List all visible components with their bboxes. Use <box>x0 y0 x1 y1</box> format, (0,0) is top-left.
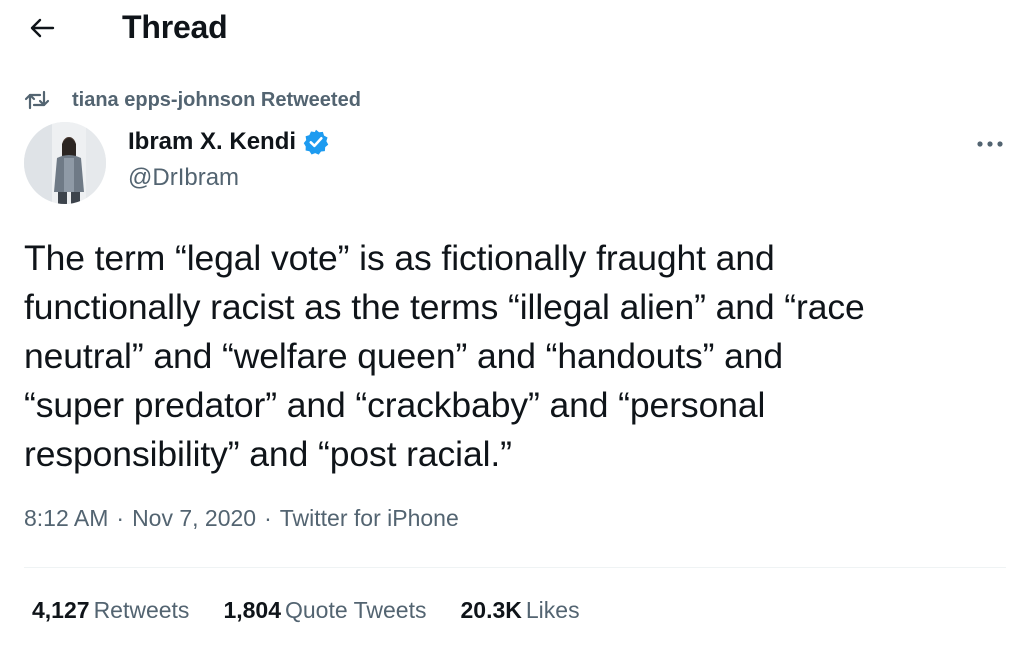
verified-badge-icon <box>302 128 330 156</box>
likes-label: Likes <box>525 597 580 623</box>
retweets-label: Retweets <box>93 597 190 623</box>
retweets-stat[interactable]: 4,127 Retweets <box>32 597 189 624</box>
thread-header: Thread <box>0 0 1030 56</box>
more-options-icon <box>977 141 1003 147</box>
meta-separator: · <box>116 505 125 531</box>
likes-count: 20.3K <box>460 597 522 623</box>
back-button[interactable] <box>24 10 60 46</box>
retweet-icon <box>24 90 50 110</box>
tweet-meta: 8:12 AM · Nov 7, 2020 · Twitter for iPho… <box>24 505 459 532</box>
retweet-context[interactable]: tiana epps-johnson Retweeted <box>24 88 361 112</box>
meta-separator: · <box>264 505 272 531</box>
author-name-row[interactable]: Ibram X. Kendi <box>128 128 330 156</box>
divider <box>24 567 1006 568</box>
quote-tweets-label: Quote Tweets <box>285 597 427 623</box>
author-handle[interactable]: @DrIbram <box>128 164 239 192</box>
avatar-photo <box>24 122 106 204</box>
retweet-label: tiana epps-johnson Retweeted <box>72 88 361 111</box>
quote-tweets-count: 1,804 <box>223 597 281 623</box>
tweet-source[interactable]: Twitter for iPhone <box>280 505 459 532</box>
arrow-left-icon <box>30 18 55 38</box>
tweet-text: The term “legal vote” is as fictionally … <box>24 238 865 474</box>
page-title: Thread <box>122 9 228 45</box>
tweet-time[interactable]: 8:12 AM <box>24 505 108 532</box>
likes-stat[interactable]: 20.3K Likes <box>461 597 580 624</box>
quote-tweets-stat[interactable]: 1,804 Quote Tweets <box>223 597 426 624</box>
author-name: Ibram X. Kendi <box>128 128 297 155</box>
avatar[interactable] <box>24 122 106 204</box>
more-options-button[interactable] <box>972 130 1008 158</box>
retweets-count: 4,127 <box>32 597 90 623</box>
tweet-stats: 4,127 Retweets 1,804 Quote Tweets 20.3K Lik… <box>32 597 614 624</box>
tweet-date[interactable]: Nov 7, 2020 <box>132 505 256 532</box>
